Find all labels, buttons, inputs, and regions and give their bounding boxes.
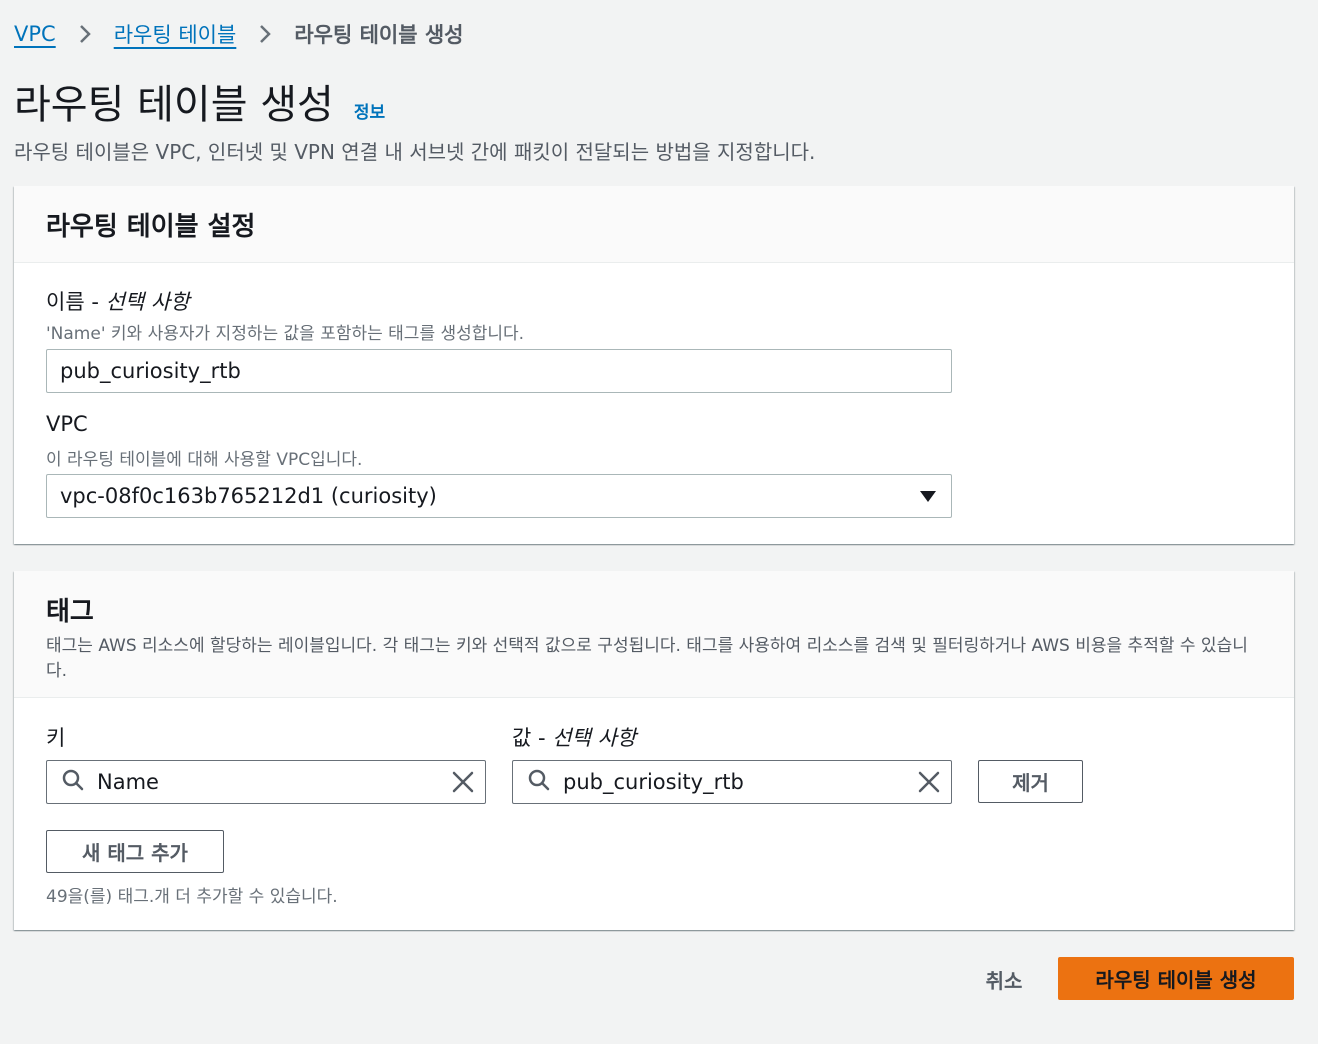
page-description: 라우팅 테이블은 VPC, 인터넷 및 VPN 연결 내 서브넷 간에 패킷이 …: [14, 140, 816, 164]
vpc-field-label: VPC: [46, 412, 88, 436]
key-column-label: 키: [46, 726, 66, 750]
remove-tag-button[interactable]: 제거: [978, 760, 1083, 803]
vpc-select-value: vpc-08f0c163b765212d1 (curiosity): [60, 484, 437, 508]
panel-header: 태그 태그는 AWS 리소스에 할당하는 레이블입니다. 각 태그는 키와 선택…: [14, 571, 1294, 698]
tags-panel: 태그 태그는 AWS 리소스에 할당하는 레이블입니다. 각 태그는 키와 선택…: [14, 571, 1294, 930]
breadcrumb-route-tables-link[interactable]: 라우팅 테이블: [114, 19, 237, 49]
clear-icon[interactable]: [451, 770, 475, 794]
vpc-field-description: 이 라우팅 테이블에 대해 사용할 VPC입니다.: [46, 450, 363, 470]
vpc-select[interactable]: vpc-08f0c163b765212d1 (curiosity): [46, 474, 952, 518]
breadcrumb: VPC 라우팅 테이블 라우팅 테이블 생성: [14, 18, 464, 50]
page-header: 라우팅 테이블 생성 정보: [14, 72, 385, 130]
caret-down-icon: [920, 490, 936, 502]
value-label-text: 값 -: [512, 726, 553, 750]
tag-limit-hint: 49을(를) 태그.개 더 추가할 수 있습니다.: [46, 887, 338, 907]
info-link[interactable]: 정보: [354, 98, 385, 123]
chevron-right-icon: [78, 23, 92, 45]
panel-title: 라우팅 테이블 설정: [46, 211, 256, 242]
breadcrumb-current: 라우팅 테이블 생성: [294, 23, 464, 47]
optional-text: 선택 사항: [105, 290, 190, 314]
page-title: 라우팅 테이블 생성: [14, 82, 334, 128]
name-field-label: 이름 - 선택 사항: [46, 286, 190, 316]
panel-title: 태그: [46, 597, 94, 627]
tag-value-field[interactable]: [563, 770, 917, 794]
name-input[interactable]: [46, 349, 952, 393]
add-tag-button[interactable]: 새 태그 추가: [46, 830, 224, 873]
tag-key-field[interactable]: [97, 770, 451, 794]
search-icon: [61, 768, 85, 796]
route-table-settings-panel: 라우팅 테이블 설정 이름 - 선택 사항 'Name' 키와 사용자가 지정하…: [14, 186, 1294, 544]
panel-header: 라우팅 테이블 설정: [14, 186, 1294, 263]
optional-text: 선택 사항: [552, 726, 637, 750]
name-label-text: 이름 -: [46, 290, 106, 314]
tags-description: 태그는 AWS 리소스에 할당하는 레이블입니다. 각 태그는 키와 선택적 값…: [46, 636, 1248, 681]
cancel-button[interactable]: 취소: [972, 958, 1036, 1000]
value-column-label: 값 - 선택 사항: [512, 722, 636, 752]
chevron-right-icon: [258, 23, 272, 45]
name-field-description: 'Name' 키와 사용자가 지정하는 값을 포함하는 태그를 생성합니다.: [46, 324, 525, 344]
clear-icon[interactable]: [917, 770, 941, 794]
search-icon: [527, 768, 551, 796]
tag-value-input[interactable]: [512, 760, 952, 804]
tag-key-input[interactable]: [46, 760, 486, 804]
breadcrumb-vpc-link[interactable]: VPC: [14, 22, 56, 46]
create-route-table-button[interactable]: 라우팅 테이블 생성: [1058, 957, 1294, 1000]
